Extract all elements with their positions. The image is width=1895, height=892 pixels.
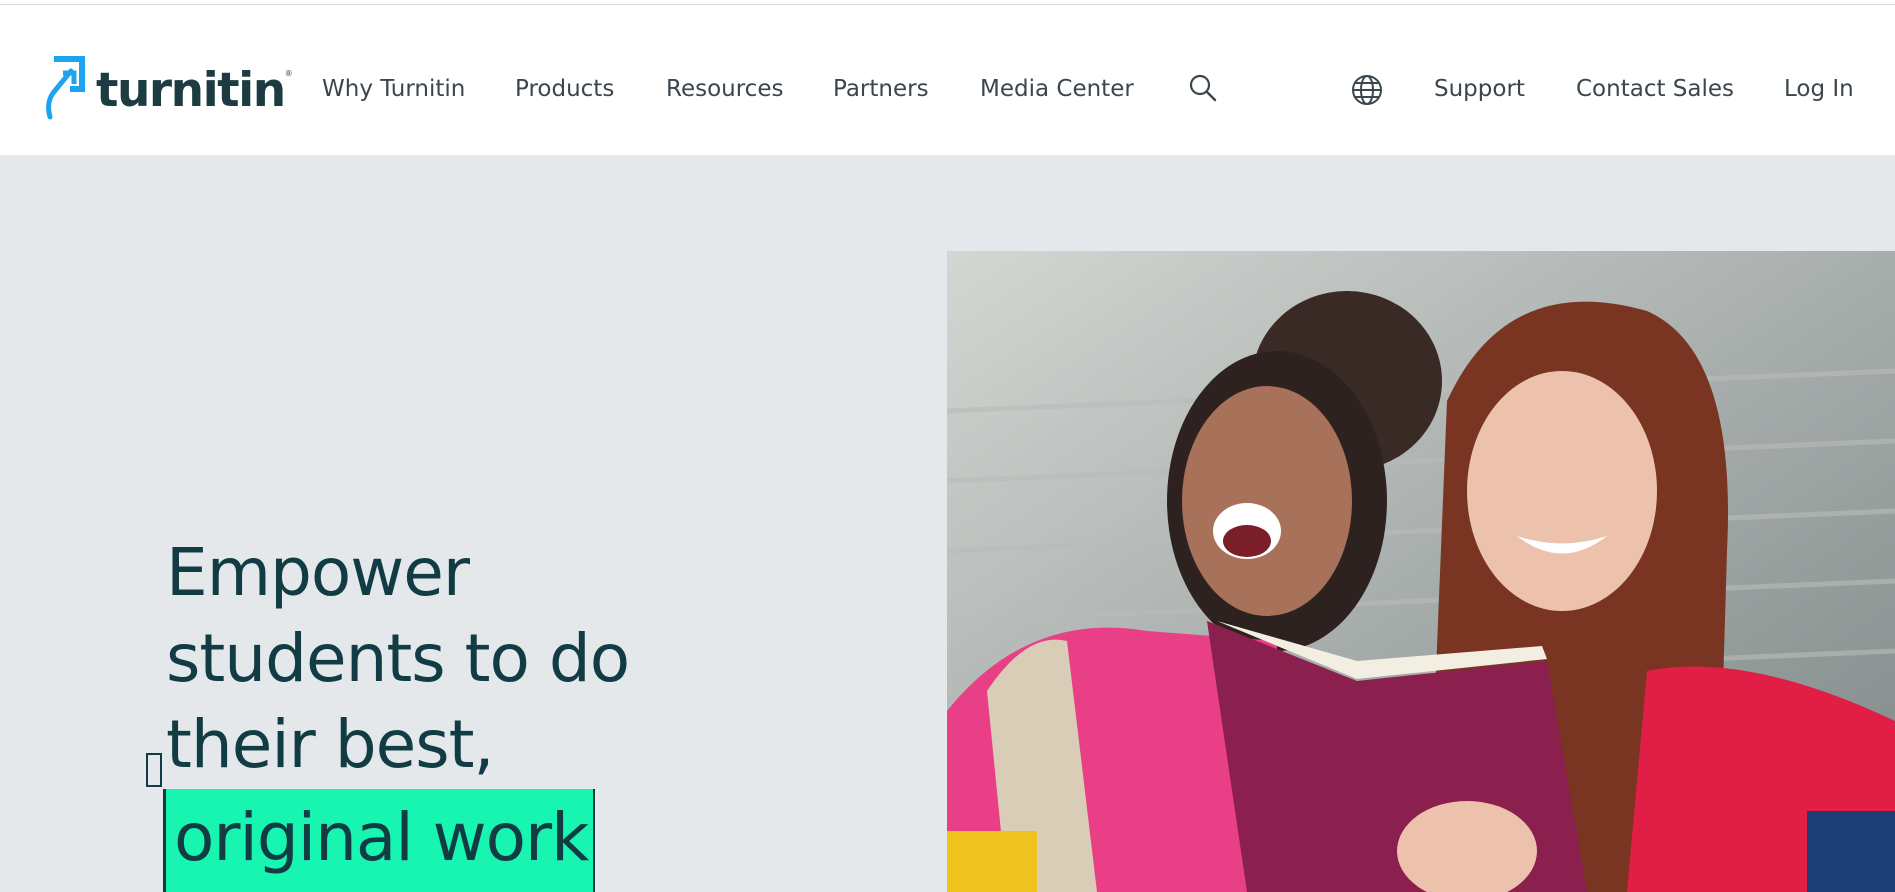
headline-line: Empower: [166, 534, 470, 611]
globe-icon: [1352, 75, 1382, 105]
nav-partners[interactable]: Partners: [833, 72, 929, 106]
nav-support[interactable]: Support: [1434, 72, 1525, 106]
nav-products[interactable]: Products: [515, 72, 614, 106]
search-icon: [1189, 74, 1217, 102]
nav-media-center[interactable]: Media Center: [980, 72, 1134, 106]
nav-contact-sales[interactable]: Contact Sales: [1576, 72, 1734, 106]
hero-photo-illustration: [947, 251, 1895, 892]
headline-line: their best,: [166, 706, 495, 783]
language-button[interactable]: [1351, 74, 1383, 110]
headline-highlight: original work: [163, 789, 596, 892]
headline-line: students to do: [166, 620, 630, 697]
search-button[interactable]: [1188, 73, 1218, 107]
primary-nav: Why Turnitin Products Resources Partners…: [0, 72, 1895, 106]
nav-why-turnitin[interactable]: Why Turnitin: [322, 72, 465, 106]
nav-resources[interactable]: Resources: [666, 72, 783, 106]
hero-photo-students-reading: [947, 251, 1895, 892]
site-header: turnitin ® Why Turnitin Products Resourc…: [0, 5, 1895, 155]
nav-log-in[interactable]: Log In: [1784, 72, 1854, 106]
hero-section: Empower students to do their best, origi…: [0, 155, 1895, 892]
text-cursor-marker: [146, 753, 162, 787]
hero-headline: Empower students to do their best,: [166, 530, 786, 788]
